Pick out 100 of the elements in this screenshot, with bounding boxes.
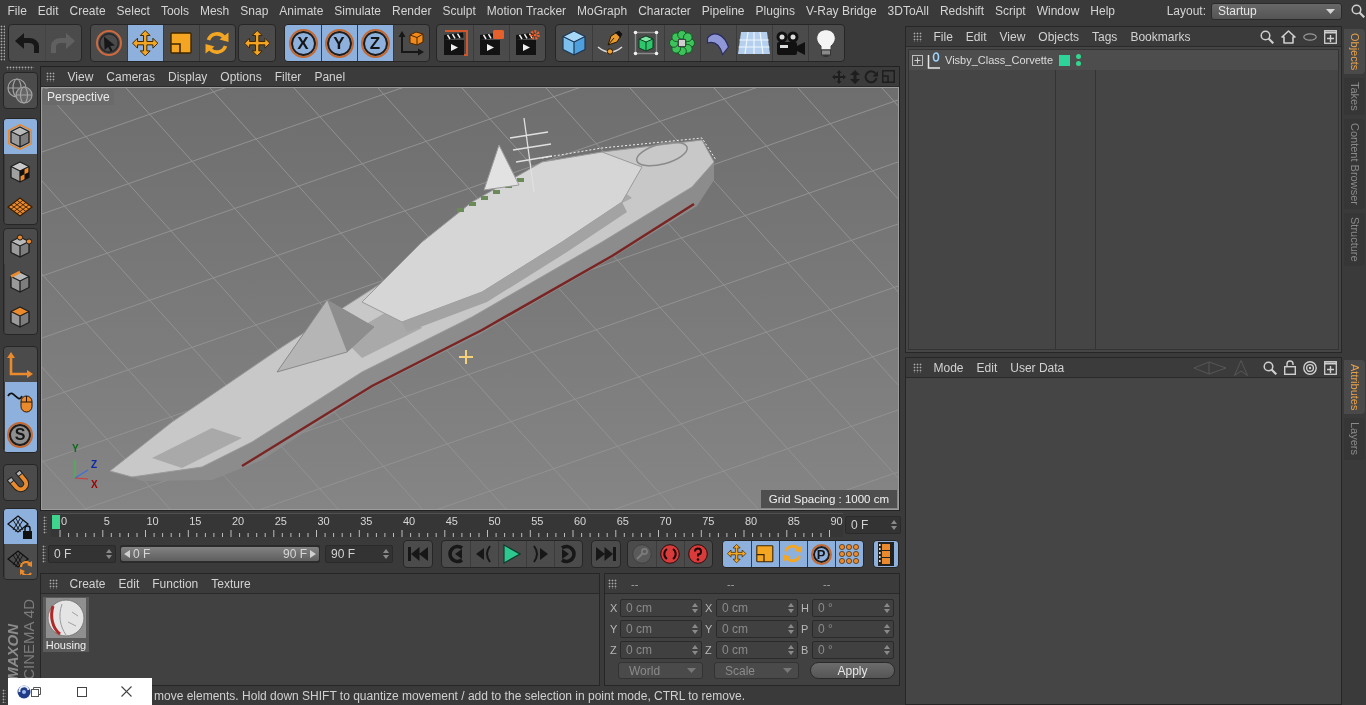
grip-icon[interactable]	[49, 578, 58, 589]
restore-button[interactable]	[31, 686, 41, 697]
menu-item[interactable]: View	[993, 26, 1032, 47]
menu-item[interactable]: Select	[111, 0, 156, 22]
menu-item[interactable]: Panel	[307, 66, 352, 87]
menu-item[interactable]: Sculpt	[436, 0, 482, 22]
key-point-level-button[interactable]	[835, 541, 863, 567]
grip-icon[interactable]	[43, 516, 47, 534]
new-panel-button[interactable]	[1324, 29, 1337, 44]
close-button[interactable]	[121, 686, 132, 697]
end-frame-field[interactable]: 90 F	[325, 545, 393, 563]
new-panel-button[interactable]	[1324, 360, 1337, 375]
key-parameter-button[interactable]: P	[807, 541, 835, 567]
side-tab[interactable]: Takes	[1344, 78, 1365, 116]
menu-item[interactable]: Function	[145, 573, 205, 594]
grip-icon[interactable]	[46, 71, 55, 82]
target-button[interactable]	[1303, 360, 1317, 375]
menu-item[interactable]: Create	[64, 0, 112, 22]
menu-item[interactable]: Edit	[32, 0, 65, 22]
grip-icon[interactable]	[6, 66, 34, 70]
menu-item[interactable]: Options	[213, 66, 269, 87]
key-rotation-button[interactable]	[779, 541, 807, 567]
key-scale-button[interactable]	[751, 541, 779, 567]
menu-item[interactable]: Edit	[959, 26, 994, 47]
side-tab[interactable]: Objects	[1344, 29, 1365, 75]
menu-item[interactable]: Simulate	[328, 0, 387, 22]
menu-item[interactable]: Tags	[1085, 26, 1124, 47]
grip-icon[interactable]	[913, 362, 922, 373]
menu-item[interactable]: 3DToAll	[882, 0, 935, 22]
grip-icon[interactable]	[42, 545, 46, 563]
side-tab[interactable]: Content Browser	[1344, 119, 1365, 209]
visibility-dot-icon[interactable]	[1076, 61, 1081, 66]
expand-button[interactable]	[912, 54, 923, 66]
move-button[interactable]	[127, 25, 163, 61]
filter-button[interactable]	[1303, 32, 1317, 41]
grid-lock-icon	[7, 513, 33, 540]
menu-item[interactable]: Filter	[268, 66, 308, 87]
material-item[interactable]: Housing	[43, 597, 89, 652]
camera-button[interactable]	[772, 25, 808, 61]
axis-gizmo-icon	[73, 458, 89, 480]
menu-item[interactable]: Texture	[204, 573, 258, 594]
menu-item[interactable]: Redshift	[934, 0, 990, 22]
layout-dropdown[interactable]: Startup	[1211, 2, 1342, 20]
menu-item[interactable]: Bookmarks	[1123, 26, 1197, 47]
menu-item[interactable]: User Data	[1003, 357, 1071, 378]
solo-button[interactable]: S	[3, 417, 37, 452]
search-button[interactable]	[1260, 29, 1274, 44]
lock-button[interactable]	[1284, 360, 1296, 375]
tweak-mode-button[interactable]	[3, 382, 37, 417]
menu-item[interactable]: Render	[386, 0, 437, 22]
menu-item[interactable]: Help	[1084, 0, 1121, 22]
menu-item[interactable]: Mode	[927, 357, 971, 378]
menu-item[interactable]: Edit	[112, 573, 146, 594]
z-axis-button[interactable]: Z	[357, 25, 393, 61]
timeline-ruler[interactable]: 0 5 10 15 20 25 30 35 40 45 50 55 60 65 70 75 80 85 90	[51, 513, 843, 537]
side-tab[interactable]: Attributes	[1344, 360, 1365, 415]
search-button[interactable]	[1263, 360, 1277, 375]
menu-item[interactable]: Edit	[970, 357, 1004, 378]
search-button[interactable]	[1351, 4, 1365, 18]
menu-item[interactable]: Animate	[273, 0, 329, 22]
menu-item[interactable]: V-Ray Bridge	[800, 0, 883, 22]
axis-cube-icon	[398, 30, 424, 56]
y-axis-button[interactable]: Y	[321, 25, 357, 61]
object-name[interactable]: Visby_Class_Corvette	[945, 54, 1053, 66]
menu-item[interactable]: Display	[161, 66, 214, 87]
camera-label[interactable]: Perspective	[43, 89, 114, 105]
side-tab[interactable]: Structure	[1344, 213, 1365, 266]
visibility-dot-icon[interactable]	[1076, 54, 1081, 59]
menu-item[interactable]: Objects	[1031, 26, 1086, 47]
menu-item[interactable]: Tools	[155, 0, 195, 22]
menu-item[interactable]: Cameras	[99, 66, 162, 87]
menu-item[interactable]: MoGraph	[571, 0, 633, 22]
grip-icon[interactable]	[2, 688, 6, 703]
maximize-button[interactable]	[77, 686, 87, 697]
home-button[interactable]	[1281, 29, 1296, 44]
workplane-lock-button[interactable]	[3, 509, 37, 544]
menu-item[interactable]: Pipeline	[696, 0, 751, 22]
menu-item[interactable]: Plugins	[750, 0, 801, 22]
grip-icon[interactable]	[608, 578, 617, 589]
side-tab[interactable]: Layers	[1344, 418, 1365, 460]
menu-item[interactable]: Snap	[234, 0, 274, 22]
grip-icon[interactable]	[0, 25, 5, 61]
menu-item[interactable]: Create	[63, 573, 113, 594]
current-frame-field[interactable]: 0 F	[845, 516, 901, 534]
grip-icon[interactable]	[913, 31, 922, 42]
start-frame-field[interactable]: 0 F	[48, 545, 116, 563]
cursor-icon	[96, 30, 122, 56]
x-axis-button[interactable]: X	[285, 25, 321, 61]
key-position-button[interactable]	[723, 541, 751, 567]
menu-item[interactable]: File	[927, 26, 960, 47]
menu-item[interactable]: View	[61, 66, 100, 87]
menu-item[interactable]: Character	[632, 0, 697, 22]
model-mode-button[interactable]	[3, 119, 37, 154]
menu-item[interactable]: Window	[1031, 0, 1085, 22]
menu-item[interactable]: Script	[989, 0, 1032, 22]
menu-item[interactable]: Motion Tracker	[481, 0, 572, 22]
floor-button[interactable]	[736, 25, 772, 61]
timeline-button[interactable]	[874, 541, 898, 567]
menu-item[interactable]: File	[2, 0, 33, 22]
menu-item[interactable]: Mesh	[194, 0, 235, 22]
